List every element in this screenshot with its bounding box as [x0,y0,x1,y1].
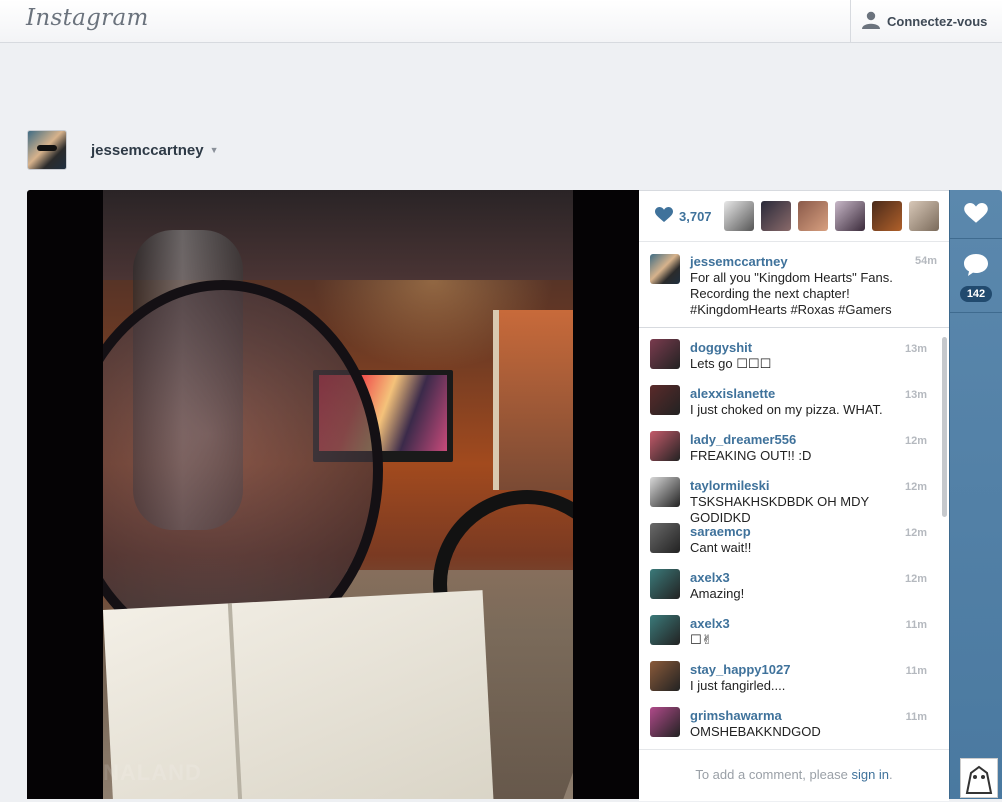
comment-item: alexxislanette 13m I just choked on my piz… [639,375,939,421]
heart-icon [655,206,673,226]
action-rail: 142 [949,190,1002,799]
comment-text: FREAKING OUT!! :D [690,448,812,463]
divider [950,312,1002,313]
comment-text: I just fangirled.... [690,678,786,693]
avatar[interactable] [27,130,67,170]
user-icon [861,11,881,32]
comment-item: saraemcp 12m Cant wait!! [639,513,939,559]
caption-text: For all you "Kingdom Hearts" Fans. Recor… [690,270,893,317]
heart-icon [964,203,988,229]
profile-username[interactable]: jessemccartney [91,142,204,159]
login-button[interactable]: Connectez-vous [850,0,1002,42]
comment-time: 12m [904,573,927,585]
profile-header: jessemccartney ▼ [27,130,219,170]
comment-username[interactable]: alexxislanette [690,386,775,401]
comment-username[interactable]: saraemcp [690,524,751,539]
comment-count-badge: 142 [960,286,992,302]
comment-item: lady_dreamer556 12m FREAKING OUT!! :D [639,421,939,467]
comment-text: ☐✌ [690,632,713,647]
comment-item: taylormileski 12m TSKSHAKHSKDBDK OH MDY GO… [639,467,939,525]
liker-avatar[interactable] [760,201,791,231]
liker-avatar[interactable] [797,201,828,231]
comment-username[interactable]: lady_dreamer556 [690,432,796,447]
comment-username[interactable]: taylormileski [690,478,770,493]
comment-time: 12m [904,481,927,493]
likes-number: 3,707 [679,208,712,224]
avatar[interactable] [650,707,680,737]
comment-time: 13m [904,389,927,401]
scrollbar[interactable] [942,337,947,517]
comment-username[interactable]: stay_happy1027 [690,662,790,677]
avatar[interactable] [650,385,680,415]
liker-avatar[interactable] [871,201,902,231]
comment-time: 11m [905,665,927,677]
comment-item: axelx3 11m ☐✌ [639,605,939,651]
comment-time: 12m [904,435,927,447]
mascot-icon[interactable] [960,758,998,798]
avatar[interactable] [650,661,680,691]
liker-avatar[interactable] [908,201,939,231]
comment-item: stay_happy1027 11m I just fangirled.... [639,651,939,697]
like-button[interactable] [950,190,1002,238]
comment-text: I just choked on my pizza. WHAT. [690,402,883,417]
avatar[interactable] [650,254,680,284]
liker-avatars [723,201,939,231]
likes-row: 3,707 [639,191,949,242]
photo-watermark: NALAND [103,760,202,785]
media-photo[interactable]: NALAND [27,190,639,799]
comment-username[interactable]: axelx3 [690,570,730,585]
comment-username[interactable]: axelx3 [690,616,730,631]
comment-time: 11m [905,711,927,723]
avatar[interactable] [650,431,680,461]
liker-avatar[interactable] [834,201,865,231]
comment-time: 12m [904,527,927,539]
likes-count[interactable]: 3,707 [655,206,712,226]
speech-bubble-icon [963,253,989,282]
liker-avatar[interactable] [723,201,754,231]
comment-button[interactable]: 142 [950,239,1002,312]
avatar[interactable] [650,339,680,369]
comment-username[interactable]: doggyshit [690,340,752,355]
comments-panel: 3,707 jessemccartney 54m For all you "Ki… [639,190,949,801]
add-comment-period: . [889,767,893,782]
comment-list[interactable]: doggyshit 13m Lets go ☐☐☐ alexxislanette 13m… [639,329,949,749]
login-label: Connectez-vous [887,13,988,29]
comment-time: 13m [904,343,927,355]
comment-time: 11m [905,619,927,631]
avatar[interactable] [650,523,680,553]
avatar[interactable] [650,569,680,599]
comment-text: Lets go ☐☐☐ [690,356,772,371]
caption-username[interactable]: jessemccartney [690,254,788,269]
caption: jessemccartney 54m For all you "Kingdom … [639,242,949,328]
avatar[interactable] [650,615,680,645]
comment-text: Amazing! [690,586,745,601]
chevron-down-icon[interactable]: ▼ [210,145,219,155]
caption-time: 54m [914,255,937,267]
comment-text: Cant wait!! [690,540,752,555]
top-bar: Instagram Connectez-vous [0,0,1002,43]
comment-item: doggyshit 13m Lets go ☐☐☐ [639,329,939,375]
photo-image: NALAND [103,190,573,799]
comment-item: grimshawarma 11m OMSHEBAKKNDGOD [639,697,939,743]
comment-text: OMSHEBAKKNDGOD [690,724,821,739]
add-comment-text: To add a comment, please [695,767,848,782]
instagram-logo[interactable]: Instagram [26,5,149,31]
sign-in-link[interactable]: sign in [851,767,889,782]
comment-username[interactable]: grimshawarma [690,708,782,723]
comment-item: axelx3 12m Amazing! [639,559,939,605]
add-comment-prompt: To add a comment, please sign in. [639,749,949,801]
avatar[interactable] [650,477,680,507]
